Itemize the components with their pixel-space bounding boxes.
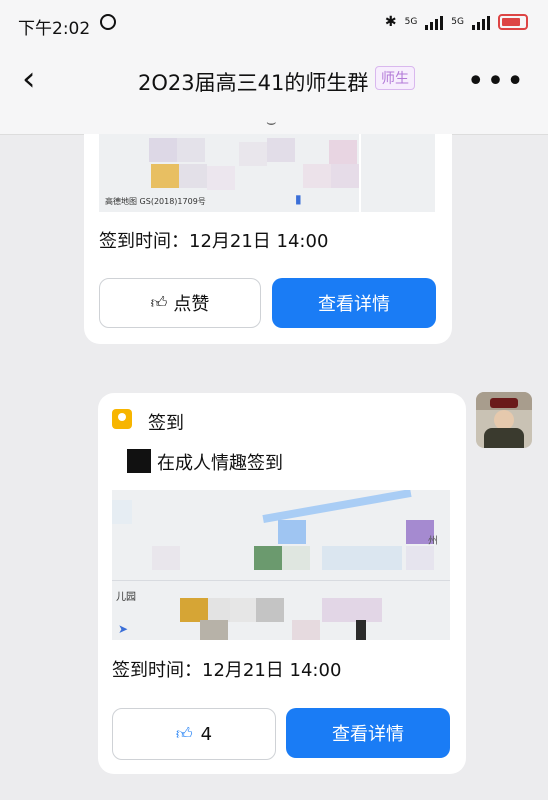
signal-icon xyxy=(425,14,444,30)
view-details-label: 查看详情 xyxy=(318,294,390,315)
checkin-time: 签到时间：12月21日 14:00 xyxy=(99,231,329,252)
checkin-text: 在成人情趣签到 xyxy=(157,453,283,474)
view-details-button-2[interactable]: 查看详情 xyxy=(286,708,450,758)
redacted-name xyxy=(127,449,151,473)
back-arrow-icon[interactable]: ‹ xyxy=(22,62,36,96)
thumbs-up-filled-icon: 👍︎ xyxy=(175,724,193,743)
chat-header: ‹ 2O23届高三41的师生群 师生 ••• ⌣ xyxy=(0,50,548,135)
map-place-label: 儿园 xyxy=(116,592,136,603)
map-pin-icon: ▮ xyxy=(295,192,302,206)
battery-icon xyxy=(498,14,528,30)
bluetooth-icon: ✱ xyxy=(384,14,397,30)
like-button-2[interactable]: 👍︎ 4 xyxy=(112,708,276,760)
checkin-app-icon xyxy=(112,409,132,429)
status-time: 下午2:02 xyxy=(18,19,91,39)
map-logo-icon: ➤ xyxy=(118,622,129,636)
view-details-label-2: 查看详情 xyxy=(332,724,404,745)
checkin-card: ▮ 高德地图 GS(2018)1709号 签到时间：12月21日 14:00 👍… xyxy=(84,134,452,344)
like-label: 点赞 xyxy=(173,294,210,315)
map-place-label-2: 州 xyxy=(428,536,438,547)
map-credit: 高德地图 GS(2018)1709号 xyxy=(105,197,206,206)
location-map[interactable]: ▮ 高德地图 GS(2018)1709号 xyxy=(99,134,435,212)
group-title: 2O23届高三41的师生群 xyxy=(138,71,369,95)
like-button[interactable]: 👍︎ 点赞 xyxy=(99,278,261,328)
signal-icon-2 xyxy=(472,14,490,30)
location-map-2[interactable]: 儿园 州 ➤ xyxy=(112,490,450,640)
status-icons: ✱ 5G 5G xyxy=(385,14,528,30)
checkin-app-name: 签到 xyxy=(148,413,184,434)
network-label-a: 5G xyxy=(404,17,418,27)
network-label-b: 5G xyxy=(451,17,464,27)
status-bar: 下午2:02 ✱ 5G 5G xyxy=(0,0,548,50)
like-count: 4 xyxy=(200,723,213,745)
alarm-icon xyxy=(100,14,116,30)
thumbs-up-icon: 👍︎ xyxy=(150,293,168,312)
view-details-button[interactable]: 查看详情 xyxy=(272,278,436,328)
pulldown-indicator: ⌣ xyxy=(266,112,277,131)
group-tag: 师生 xyxy=(375,66,415,90)
checkin-time-2: 签到时间：12月21日 14:00 xyxy=(112,660,342,681)
avatar[interactable] xyxy=(476,392,532,448)
more-icon[interactable]: ••• xyxy=(467,64,526,99)
